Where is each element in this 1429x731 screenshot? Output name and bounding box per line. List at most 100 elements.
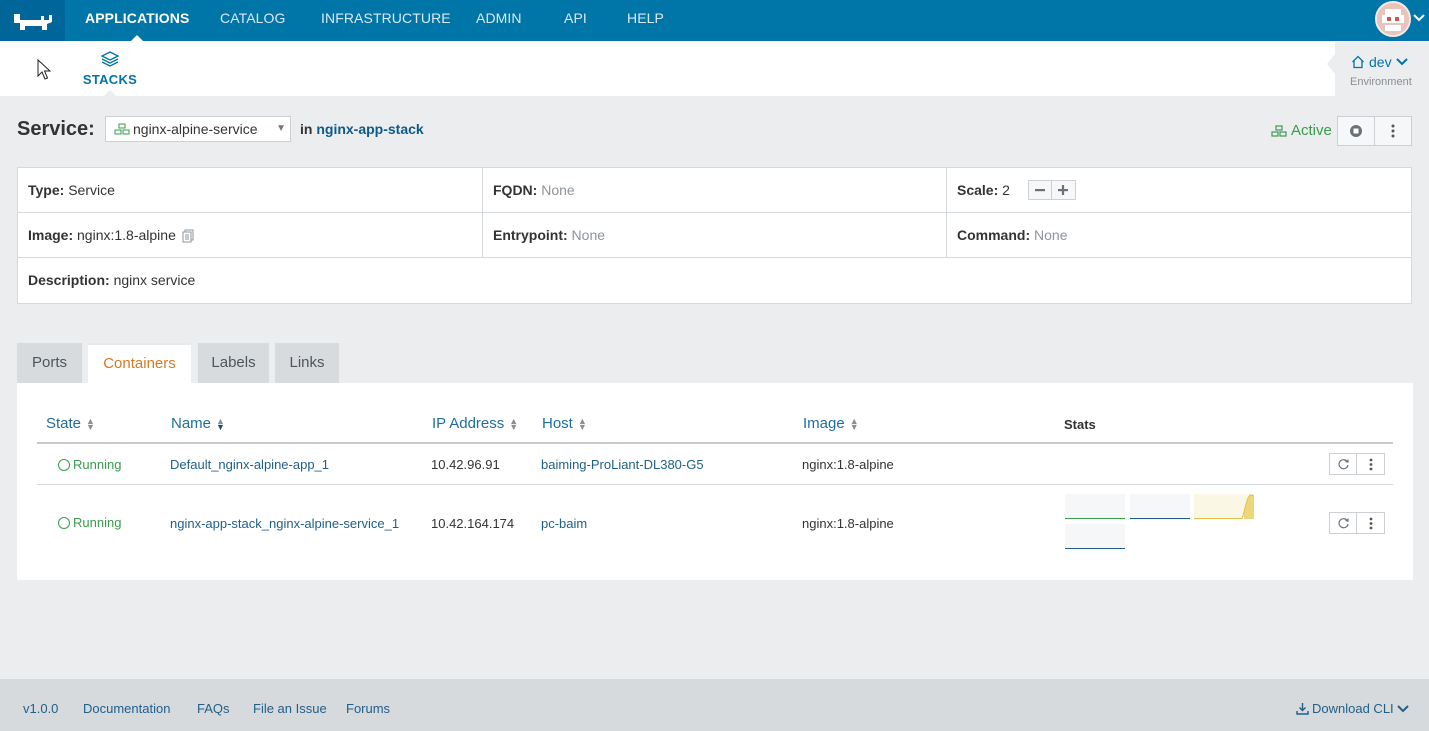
service-icon [114, 123, 130, 135]
rancher-logo-icon [13, 13, 52, 30]
column-header-state[interactable]: State ▲ ▼ [46, 415, 95, 432]
stack-in-label: in [300, 121, 313, 137]
tab-labels[interactable]: Labels [198, 343, 269, 383]
service-info-table: Type: Service FQDN: None Scale: 2 Image:… [17, 167, 1412, 304]
info-entrypoint: Entrypoint: None [483, 213, 947, 258]
nav-infrastructure[interactable]: INFRASTRUCTURE [321, 0, 451, 41]
column-header-stats: Stats [1064, 417, 1096, 432]
info-description-value: nginx service [113, 272, 196, 288]
column-header-image-label: Image [803, 415, 845, 432]
info-description-key: Description: [28, 272, 110, 288]
info-scale-key: Scale: [957, 182, 999, 198]
environment-name-text: dev [1369, 54, 1392, 70]
network-sparkline [1194, 494, 1254, 519]
service-select-value: nginx-alpine-service [133, 121, 258, 137]
tab-containers[interactable]: Containers [88, 343, 191, 384]
rancher-logo[interactable] [0, 0, 65, 41]
info-command: Command: None [947, 213, 1411, 258]
row-2-more-button[interactable] [1357, 512, 1385, 534]
column-header-host-label: Host [542, 415, 573, 432]
nav-catalog[interactable]: CATALOG [220, 0, 286, 41]
scale-down-button[interactable] [1027, 179, 1052, 200]
stacks-tab-label: STACKS [82, 72, 138, 87]
nav-api[interactable]: API [564, 0, 587, 41]
row-1-state-text: Running [73, 457, 122, 472]
service-select[interactable]: nginx-alpine-service ▼ [105, 116, 291, 142]
network-sparkline-graph [1194, 494, 1254, 519]
row-1-more-button[interactable] [1357, 453, 1385, 475]
service-status-text: Active [1291, 122, 1332, 139]
info-description: Description: nginx service [18, 258, 1411, 303]
info-type: Type: Service [18, 168, 483, 213]
footer-version[interactable]: v1.0.0 [23, 701, 58, 716]
row-1-host-link[interactable]: baiming-ProLiant-DL380-G5 [541, 457, 704, 472]
row-2-image: nginx:1.8-alpine [802, 516, 894, 531]
more-actions-button[interactable] [1374, 116, 1412, 146]
environment-label: Environment [1350, 76, 1412, 88]
row-2-host-link[interactable]: pc-baim [541, 516, 587, 531]
row-1-container-link[interactable]: Default_nginx-alpine-app_1 [170, 457, 329, 472]
storage-sparkline [1065, 524, 1125, 549]
nav-admin-label: ADMIN [476, 10, 522, 26]
info-type-value: Service [68, 182, 115, 198]
column-header-image[interactable]: Image ▲ ▼ [803, 415, 859, 432]
nav-catalog-label: CATALOG [220, 10, 286, 26]
vertical-dots-icon [1391, 124, 1395, 138]
nav-help[interactable]: HELP [627, 0, 664, 41]
tab-ports[interactable]: Ports [17, 343, 82, 383]
table-row-1-state: Running [58, 457, 121, 472]
row-1-restart-button[interactable] [1329, 453, 1357, 475]
footer-faqs-link[interactable]: FAQs [197, 701, 230, 716]
footer-file-issue-link[interactable]: File an Issue [253, 701, 327, 716]
stacks-tab[interactable]: STACKS [80, 51, 140, 87]
restart-icon [1337, 517, 1349, 528]
download-cli-label: Download CLI [1312, 701, 1394, 716]
row-2-container-link[interactable]: nginx-app-stack_nginx-alpine-service_1 [170, 516, 399, 531]
nav-applications-label: APPLICATIONS [85, 10, 190, 26]
vertical-dots-icon [1369, 458, 1372, 470]
info-scale-value: 2 [1002, 182, 1010, 198]
chevron-down-icon[interactable] [1413, 12, 1425, 26]
chevron-down-icon [1395, 58, 1408, 66]
nav-infrastructure-label: INFRASTRUCTURE [321, 10, 451, 26]
scale-up-button[interactable] [1051, 179, 1076, 200]
environment-switcher[interactable]: dev Environment [1327, 42, 1429, 96]
nav-applications[interactable]: APPLICATIONS [85, 0, 189, 41]
stack-link[interactable]: nginx-app-stack [316, 121, 423, 137]
stop-button[interactable] [1337, 116, 1375, 146]
download-icon [1296, 703, 1309, 715]
nav-api-label: API [564, 10, 587, 26]
info-entrypoint-key: Entrypoint: [493, 227, 568, 243]
footer-forums-link[interactable]: Forums [346, 701, 390, 716]
row-2-restart-button[interactable] [1329, 512, 1357, 534]
download-cli-button[interactable]: Download CLI [1296, 701, 1409, 716]
table-header-divider [37, 442, 1393, 444]
vertical-dots-icon [1369, 517, 1372, 529]
row-1-image: nginx:1.8-alpine [802, 457, 894, 472]
user-avatar[interactable] [1375, 1, 1411, 37]
info-image: Image: nginx:1.8-alpine [18, 213, 483, 258]
footer-documentation-link[interactable]: Documentation [83, 701, 170, 716]
info-entrypoint-value: None [571, 227, 606, 243]
column-header-host[interactable]: Host ▲ ▼ [542, 415, 587, 432]
row-1-actions [1329, 453, 1385, 475]
info-command-value: None [1034, 227, 1068, 243]
column-header-name[interactable]: Name ▲ ▼ [171, 415, 225, 432]
tab-links[interactable]: Links [275, 343, 339, 383]
avatar-image-icon [1377, 3, 1409, 35]
mouse-pointer-icon [37, 59, 51, 80]
info-type-key: Type: [28, 182, 65, 198]
active-subnav-indicator [104, 90, 116, 96]
table-row-divider [37, 484, 1393, 485]
tab-links-label: Links [289, 354, 325, 371]
stack-reference: in nginx-app-stack [300, 121, 424, 137]
tab-containers-label: Containers [103, 355, 176, 372]
copy-icon[interactable] [182, 229, 196, 243]
tab-labels-label: Labels [211, 354, 256, 371]
sort-active-icon: ▲ ▼ [216, 415, 225, 432]
row-2-ip: 10.42.164.174 [431, 516, 515, 531]
row-1-ip: 10.42.96.91 [431, 457, 500, 472]
running-circle-icon [58, 458, 70, 471]
nav-admin[interactable]: ADMIN [476, 0, 522, 41]
column-header-ip[interactable]: IP Address ▲ ▼ [432, 415, 518, 432]
